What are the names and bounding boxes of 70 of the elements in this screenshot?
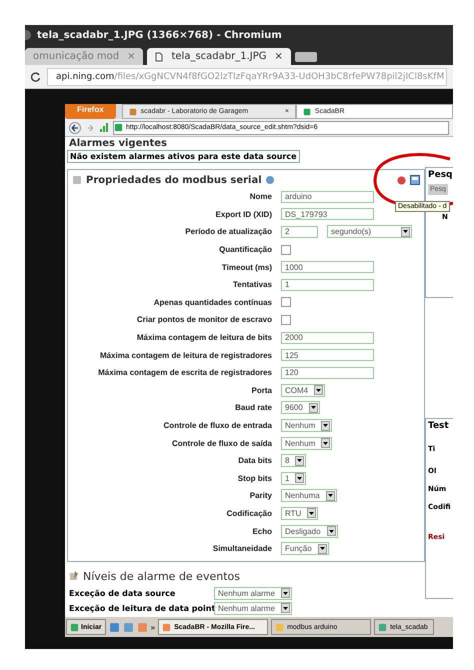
panel-title: Test — [428, 421, 449, 431]
field-label: Controle de fluxo de entrada — [162, 421, 272, 430]
field-label: Data bits — [237, 456, 272, 466]
field-label: Máxima contagem de leitura de bits — [136, 333, 272, 342]
checkbox[interactable] — [281, 314, 291, 325]
checkbox[interactable] — [281, 297, 291, 308]
select-field[interactable]: RTU — [281, 506, 318, 520]
save-icon[interactable] — [410, 175, 420, 185]
field-label: Criar pontos de monitor de escravo — [136, 315, 272, 324]
alarm-levels-icon — [69, 571, 79, 582]
select-field[interactable]: Desligado — [281, 524, 338, 538]
unit-select[interactable]: segundo(s) — [327, 225, 412, 238]
field-label: Nome — [248, 192, 272, 202]
text-field[interactable]: 120 — [281, 366, 374, 379]
field-label: Stop bits — [236, 474, 272, 483]
window-button-icon[interactable] — [25, 30, 31, 40]
text-field[interactable]: DS_179793 — [281, 208, 374, 220]
reload-icon[interactable] — [31, 72, 41, 82]
panel-title: Propriedades do modbus serial — [86, 174, 262, 186]
field-label: Export ID (XID) — [214, 210, 272, 219]
field-label: Período de atualização — [184, 227, 272, 236]
field-label: Tentativas — [232, 280, 272, 290]
checkbox[interactable] — [281, 244, 291, 255]
signal-icon — [99, 122, 109, 132]
select-field[interactable]: COM4 — [281, 384, 326, 397]
address-field[interactable]: api.ning.com/files/xGgNCVN4f8fGO2lzTIzFqaYRr9A33-UdOH3bC8rfePW78pil2jICl8sKfM — [47, 68, 447, 86]
select-field[interactable]: Nenhum alarme — [214, 586, 292, 600]
field-label: Apenas quantidades contínuas — [152, 298, 272, 307]
text-field[interactable]: 2 — [281, 226, 318, 238]
text-field[interactable]: 1 — [281, 278, 374, 291]
field-label: Máxima contagem de escrita de registradores — [97, 368, 272, 378]
help-icon[interactable] — [266, 176, 274, 184]
field-label: Parity — [248, 491, 272, 500]
text-field[interactable]: 2000 — [281, 332, 374, 344]
section-title: Alarmes vigentes — [68, 137, 168, 150]
alarm-message: Não existem alarmes ativos para este data source — [67, 150, 300, 163]
field-label: Exceção de data source — [69, 588, 176, 598]
panel-title: Pesq — [428, 170, 452, 180]
close-icon[interactable]: × — [274, 51, 283, 62]
page-icon — [155, 52, 164, 62]
field-label: Codificação — [226, 508, 272, 518]
browser-tab[interactable]: tela_scadabr_1.JPG × — [147, 48, 291, 65]
text-field[interactable]: 125 — [281, 349, 374, 362]
field-label: Quantificação — [218, 245, 272, 254]
select-field[interactable]: 1 — [281, 472, 306, 485]
select-field[interactable]: Função — [281, 542, 329, 556]
field-label: Porta — [250, 386, 272, 395]
text-field[interactable]: arduino — [281, 190, 374, 203]
select-field[interactable]: Nenhum alarme — [214, 602, 292, 615]
field-label: Controle de fluxo de saída — [170, 438, 272, 448]
panel-icon — [72, 175, 82, 185]
forward-icon[interactable] — [87, 122, 95, 132]
text-field[interactable]: 1000 — [281, 261, 374, 274]
back-icon[interactable] — [69, 122, 83, 134]
new-tab-button[interactable] — [294, 52, 317, 62]
field-label: Simultaneidade — [212, 544, 272, 554]
section-title: Níveis de alarme de eventos — [83, 570, 240, 583]
field-label: Baud rate — [234, 403, 272, 412]
field-label: Exceção de leitura de data point — [69, 604, 214, 613]
select-field[interactable]: Nenhuma — [281, 489, 337, 502]
site-icon — [302, 108, 311, 116]
more-icon[interactable]: » — [150, 622, 156, 632]
field-label: Echo — [251, 526, 272, 536]
select-field[interactable]: 8 — [281, 454, 306, 468]
select-field[interactable]: Nenhum — [281, 419, 332, 432]
select-field[interactable]: Nenhum — [281, 436, 332, 450]
field-label: Timeout (ms) — [220, 262, 272, 272]
window-title: tela_scadabr_1.JPG (1366×768) - Chromium — [37, 30, 282, 40]
field-label: Máxima contagem de leitura de registradores — [98, 350, 272, 360]
select-field[interactable]: 9600 — [281, 401, 320, 414]
